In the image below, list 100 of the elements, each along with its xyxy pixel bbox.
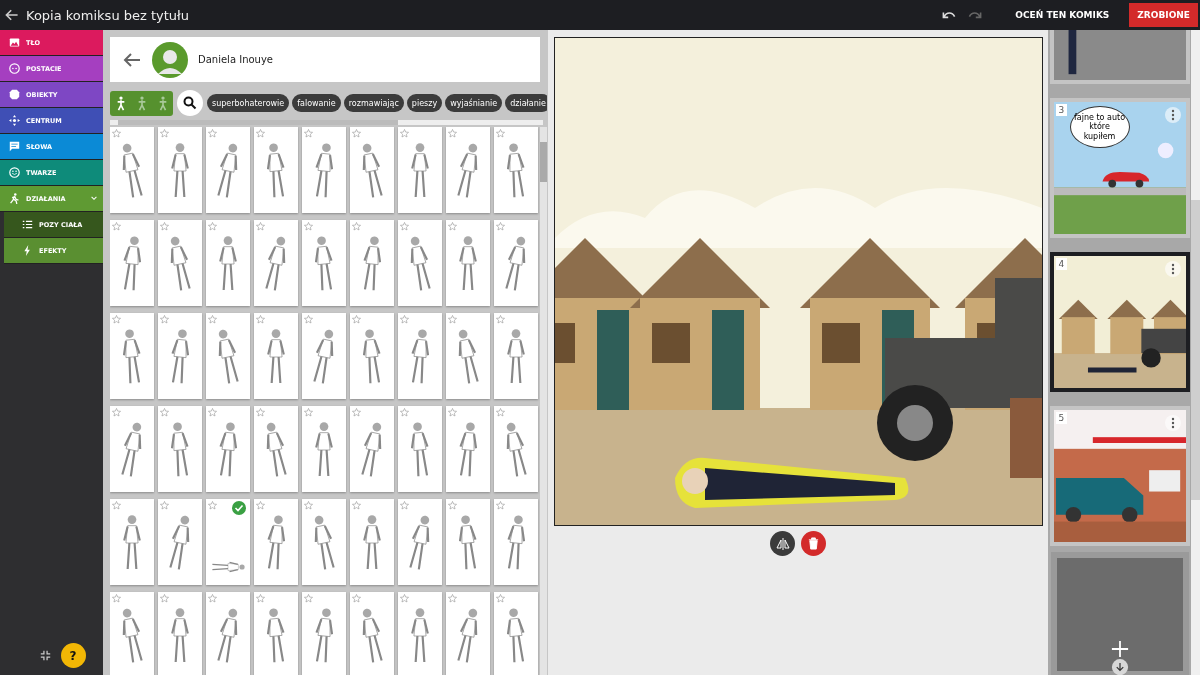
star-icon[interactable] <box>400 594 409 603</box>
star-icon[interactable] <box>448 408 457 417</box>
tag-chip[interactable]: pieszy <box>406 94 443 112</box>
star-icon[interactable] <box>256 501 265 510</box>
star-icon[interactable] <box>112 129 121 138</box>
pose-card[interactable] <box>110 499 154 585</box>
vertical-scrollbar[interactable] <box>1191 30 1200 675</box>
star-icon[interactable] <box>208 408 217 417</box>
star-icon[interactable] <box>256 408 265 417</box>
caret-icon <box>90 196 98 201</box>
star-icon[interactable] <box>496 594 505 603</box>
done-button[interactable]: ZROBIONE <box>1129 3 1198 27</box>
star-icon[interactable] <box>352 129 361 138</box>
pose-card[interactable] <box>158 592 202 675</box>
category-icon <box>9 63 20 74</box>
back-arrow-icon[interactable] <box>4 7 20 23</box>
pose-card[interactable] <box>446 220 490 306</box>
star-icon[interactable] <box>400 315 409 324</box>
tag-chip[interactable]: rozmawiając <box>343 94 404 112</box>
pose-card[interactable] <box>350 499 394 585</box>
search-button[interactable] <box>177 90 203 116</box>
scroll-down-icon[interactable] <box>1110 658 1129 675</box>
star-icon[interactable] <box>496 408 505 417</box>
tag-chip[interactable]: falowanie <box>292 94 341 112</box>
window-title: Kopia komiksu bez tytułu <box>26 7 190 23</box>
star-icon[interactable] <box>112 315 121 324</box>
flip-button[interactable] <box>770 531 795 556</box>
star-icon[interactable] <box>160 315 169 324</box>
star-icon[interactable] <box>352 222 361 231</box>
star-icon[interactable] <box>160 408 169 417</box>
star-icon[interactable] <box>496 222 505 231</box>
comic-scene-drawing[interactable] <box>553 37 1043 526</box>
star-icon[interactable] <box>208 315 217 324</box>
pose-card[interactable] <box>206 499 250 585</box>
star-icon[interactable] <box>352 501 361 510</box>
star-icon[interactable] <box>304 408 313 417</box>
star-icon[interactable] <box>208 129 217 138</box>
tag-chip[interactable]: działanie <box>505 94 547 112</box>
vertical-scrollbar[interactable] <box>540 127 547 675</box>
star-icon[interactable] <box>208 594 217 603</box>
star-icon[interactable] <box>448 129 457 138</box>
star-icon[interactable] <box>256 594 265 603</box>
tag-chip[interactable]: superbohaterowie <box>207 94 290 112</box>
star-icon[interactable] <box>112 408 121 417</box>
star-icon[interactable] <box>160 501 169 510</box>
star-icon[interactable] <box>112 594 121 603</box>
star-icon[interactable] <box>400 501 409 510</box>
star-icon[interactable] <box>304 501 313 510</box>
more-options-icon[interactable] <box>1164 261 1181 277</box>
pose-card[interactable] <box>398 127 442 213</box>
star-icon[interactable] <box>208 501 217 510</box>
star-icon[interactable] <box>256 129 265 138</box>
pose-card[interactable] <box>494 313 538 399</box>
star-icon[interactable] <box>400 408 409 417</box>
star-icon[interactable] <box>256 222 265 231</box>
star-icon[interactable] <box>448 501 457 510</box>
star-icon[interactable] <box>496 501 505 510</box>
figure-icon[interactable] <box>136 95 147 111</box>
panel-thumbnail[interactable]: 4 <box>1049 252 1190 392</box>
star-icon[interactable] <box>352 408 361 417</box>
star-icon[interactable] <box>304 315 313 324</box>
rate-comic-button[interactable]: OCEŃ TEN KOMIKS <box>1009 9 1116 21</box>
horizontal-scrollbar[interactable] <box>110 120 543 125</box>
star-icon[interactable] <box>448 315 457 324</box>
figure-icon[interactable] <box>115 95 126 111</box>
undo-icon[interactable] <box>941 9 958 21</box>
star-icon[interactable] <box>448 222 457 231</box>
pose-card[interactable] <box>158 127 202 213</box>
star-icon[interactable] <box>112 501 121 510</box>
more-options-icon[interactable] <box>1164 107 1181 123</box>
star-icon[interactable] <box>304 594 313 603</box>
star-icon[interactable] <box>160 129 169 138</box>
more-options-icon[interactable] <box>1164 415 1181 431</box>
star-icon[interactable] <box>400 222 409 231</box>
star-icon[interactable] <box>304 129 313 138</box>
star-icon[interactable] <box>208 222 217 231</box>
delete-button[interactable] <box>801 531 826 556</box>
pose-card[interactable] <box>206 220 250 306</box>
star-icon[interactable] <box>304 222 313 231</box>
star-icon[interactable] <box>160 594 169 603</box>
star-icon[interactable] <box>496 315 505 324</box>
star-icon[interactable] <box>448 594 457 603</box>
redo-icon[interactable] <box>967 9 984 21</box>
star-icon[interactable] <box>496 129 505 138</box>
pose-card[interactable] <box>254 313 298 399</box>
star-icon[interactable] <box>112 222 121 231</box>
pose-card[interactable] <box>302 406 346 492</box>
help-button[interactable]: ? <box>60 643 86 668</box>
star-icon[interactable] <box>352 315 361 324</box>
add-panel-button[interactable] <box>1050 552 1189 675</box>
figure-icon[interactable] <box>157 95 168 111</box>
star-icon[interactable] <box>352 594 361 603</box>
collapse-icon[interactable] <box>39 650 51 661</box>
panel-thumbnail[interactable]: 3 fajne to auto które kupiłem <box>1049 98 1190 238</box>
panel-thumbnail[interactable]: 5 <box>1049 406 1190 546</box>
star-icon[interactable] <box>160 222 169 231</box>
star-icon[interactable] <box>400 129 409 138</box>
star-icon[interactable] <box>256 315 265 324</box>
tag-chip[interactable]: wyjaśnianie <box>445 94 503 112</box>
pose-card[interactable] <box>398 592 442 675</box>
